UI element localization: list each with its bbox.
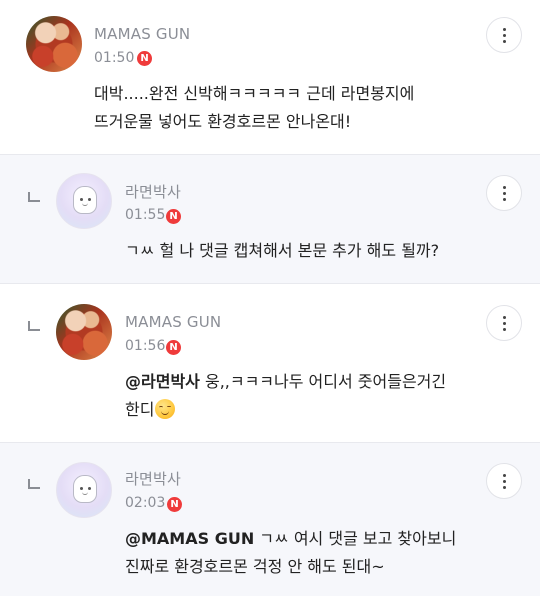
more-options-button[interactable] <box>486 463 522 499</box>
mention-link[interactable]: @라면박사 <box>125 372 200 391</box>
more-dot-icon <box>503 198 506 201</box>
more-dot-icon <box>503 328 506 331</box>
new-badge: N <box>137 51 152 66</box>
avatar[interactable] <box>26 16 82 72</box>
comment-time: 01:55 <box>125 207 166 223</box>
comment-text: ㄱㅆ 여시 댓글 보고 찾아보니 <box>254 529 457 548</box>
more-dot-icon <box>503 186 506 189</box>
more-options-button[interactable] <box>486 175 522 211</box>
reply-item: 라면박사 01:55 N ㄱㅆ 헐 나 댓글 캡쳐해서 본문 추가 해도 될까? <box>0 155 540 283</box>
comment-time: 01:50 <box>94 50 135 66</box>
penguin-face-icon <box>73 186 97 214</box>
comment-time: 01:56 <box>125 338 166 354</box>
comment-body: @MAMAS GUN ㄱㅆ 여시 댓글 보고 찾아보니 진짜로 환경호르몬 걱정… <box>125 525 456 581</box>
more-dot-icon <box>503 322 506 325</box>
avatar[interactable] <box>56 173 112 229</box>
reply-item: 라면박사 02:03 N @MAMAS GUN ㄱㅆ 여시 댓글 보고 찾아보니… <box>0 443 540 596</box>
more-dot-icon <box>503 480 506 483</box>
comment-line: 진짜로 환경호르몬 걱정 안 해도 된대~ <box>125 557 385 576</box>
more-dot-icon <box>503 316 506 319</box>
more-dot-icon <box>503 28 506 31</box>
avatar[interactable] <box>56 304 112 360</box>
more-dot-icon <box>503 474 506 477</box>
reply-arrow-icon <box>28 192 40 202</box>
comment-line: 한디 <box>125 396 446 424</box>
mention-link[interactable]: @MAMAS GUN <box>125 529 254 548</box>
new-badge: N <box>167 497 182 512</box>
comment-body: @라면박사 웅,,ㅋㅋㅋ나두 어디서 줏어들은거긴 한디 <box>125 368 446 424</box>
more-dot-icon <box>503 34 506 37</box>
comment-item: MAMAS GUN 01:50 N 대박.....완전 신박해ㅋㅋㅋㅋㅋ 근데 … <box>0 0 540 154</box>
more-dot-icon <box>503 192 506 195</box>
avatar[interactable] <box>56 462 112 518</box>
comment-line: @라면박사 웅,,ㅋㅋㅋ나두 어디서 줏어들은거긴 <box>125 368 446 396</box>
comment-line: 대박.....완전 신박해ㅋㅋㅋㅋㅋ 근데 라면봉지에 <box>94 84 415 103</box>
comment-nickname[interactable]: 라면박사 <box>125 468 181 489</box>
comment-time: 02:03 <box>125 495 166 511</box>
comment-text: 한디 <box>125 400 155 419</box>
comment-nickname[interactable]: MAMAS GUN <box>94 25 190 43</box>
comment-line: ㄱㅆ 헐 나 댓글 캡쳐해서 본문 추가 해도 될까? <box>125 241 440 260</box>
reply-arrow-icon <box>28 321 40 331</box>
new-badge: N <box>166 340 181 355</box>
more-options-button[interactable] <box>486 17 522 53</box>
comment-body: 대박.....완전 신박해ㅋㅋㅋㅋㅋ 근데 라면봉지에 뜨거운물 넣어도 환경호… <box>94 80 414 136</box>
comment-nickname[interactable]: 라면박사 <box>125 181 181 202</box>
reply-arrow-icon <box>28 479 40 489</box>
comment-line: @MAMAS GUN ㄱㅆ 여시 댓글 보고 찾아보니 <box>125 525 456 553</box>
comment-body: ㄱㅆ 헐 나 댓글 캡쳐해서 본문 추가 해도 될까? <box>125 237 439 265</box>
more-dot-icon <box>503 486 506 489</box>
reply-item: MAMAS GUN 01:56 N @라면박사 웅,,ㅋㅋㅋ나두 어디서 줏어들… <box>0 284 540 442</box>
comment-line: 뜨거운물 넣어도 환경호르몬 안나온대! <box>94 112 352 131</box>
more-options-button[interactable] <box>486 305 522 341</box>
comment-thread: MAMAS GUN 01:50 N 대박.....완전 신박해ㅋㅋㅋㅋㅋ 근데 … <box>0 0 540 596</box>
penguin-face-icon <box>73 475 97 503</box>
comment-text: 웅,,ㅋㅋㅋ나두 어디서 줏어들은거긴 <box>199 372 447 391</box>
more-dot-icon <box>503 40 506 43</box>
comment-nickname[interactable]: MAMAS GUN <box>125 313 221 331</box>
smiling-face-icon <box>155 399 176 419</box>
new-badge: N <box>166 209 181 224</box>
